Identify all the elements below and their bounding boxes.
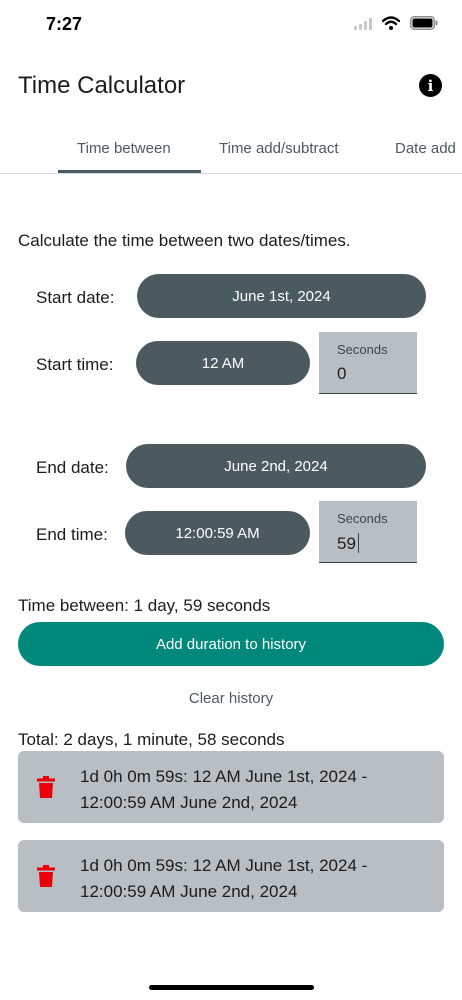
start-date-label: Start date:: [36, 288, 115, 307]
end-date-label: End date:: [36, 458, 109, 477]
end-seconds-field[interactable]: Seconds 59: [319, 501, 417, 563]
wifi-icon: [381, 16, 401, 35]
tab-date-add[interactable]: Date add: [395, 140, 456, 157]
start-time-button[interactable]: 12 AM: [136, 341, 310, 385]
end-time-label: End time:: [36, 525, 108, 544]
app-title: Time Calculator: [18, 72, 186, 99]
info-icon[interactable]: i: [419, 74, 442, 97]
history-item: 1d 0h 0m 59s: 12 AM June 1st, 2024 - 12:…: [18, 840, 444, 912]
status-bar: 7:27: [0, 0, 462, 50]
battery-icon: [410, 16, 438, 35]
start-seconds-label: Seconds: [337, 342, 388, 357]
end-seconds-value: 59: [337, 533, 359, 554]
cellular-signal-icon: [354, 17, 372, 35]
description-text: Calculate the time between two dates/tim…: [18, 231, 351, 250]
start-time-label: Start time:: [36, 355, 114, 374]
end-seconds-label: Seconds: [337, 511, 388, 526]
active-tab-indicator: [58, 170, 201, 173]
history-total: Total: 2 days, 1 minute, 58 seconds: [18, 730, 285, 749]
tab-time-between[interactable]: Time between: [77, 140, 171, 157]
clear-history-button[interactable]: Clear history: [0, 690, 462, 707]
home-indicator: [149, 985, 314, 990]
trash-icon[interactable]: [37, 776, 55, 798]
start-seconds-value: 0: [337, 364, 347, 383]
history-item-text: 1d 0h 0m 59s: 12 AM June 1st, 2024 - 12:…: [80, 856, 368, 901]
history-item-text: 1d 0h 0m 59s: 12 AM June 1st, 2024 - 12:…: [80, 767, 368, 812]
start-seconds-field[interactable]: Seconds 0: [319, 332, 417, 394]
time-between-result: Time between: 1 day, 59 seconds: [18, 596, 271, 615]
history-item: 1d 0h 0m 59s: 12 AM June 1st, 2024 - 12:…: [18, 751, 444, 823]
tab-time-add-subtract[interactable]: Time add/subtract: [219, 140, 339, 157]
status-time: 7:27: [46, 14, 83, 34]
trash-icon[interactable]: [37, 865, 55, 887]
tab-bar: Time between Time add/subtract Date add: [0, 130, 462, 174]
status-icons: [354, 16, 438, 35]
end-time-button[interactable]: 12:00:59 AM: [125, 511, 310, 555]
add-to-history-button[interactable]: Add duration to history: [18, 622, 444, 666]
start-date-button[interactable]: June 1st, 2024: [137, 274, 426, 318]
end-date-button[interactable]: June 2nd, 2024: [126, 444, 426, 488]
